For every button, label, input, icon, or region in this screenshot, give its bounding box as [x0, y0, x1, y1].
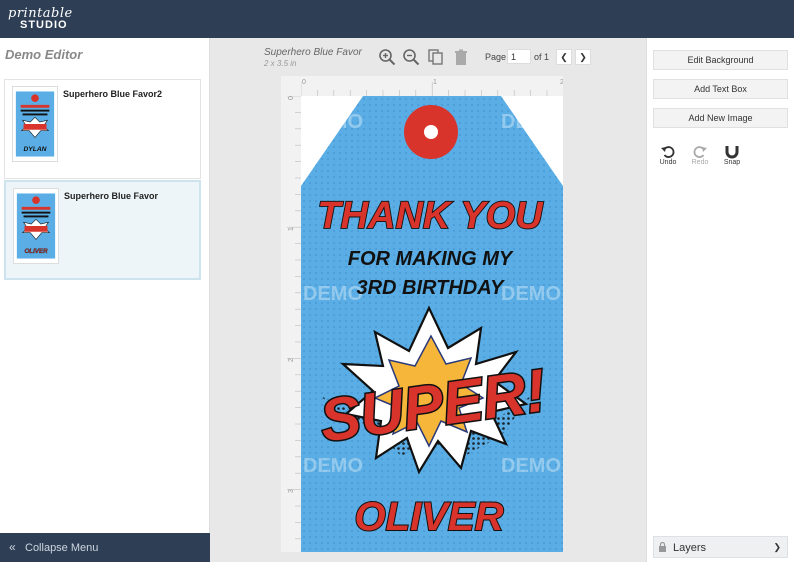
document-size: 2 x 3.5 in — [264, 59, 297, 68]
watermark-text: DEMO — [501, 111, 561, 133]
favor-tag-canvas[interactable]: DEMO DEMO DEMO DEMO DEMO DEMO THANK YOU … — [301, 96, 563, 552]
add-text-box-button[interactable]: Add Text Box — [653, 79, 788, 99]
watermark-text: DEMO — [303, 455, 363, 477]
thumb-name-text: OLIVER — [24, 248, 48, 255]
app-logo[interactable]: printable STUDIO — [8, 6, 78, 34]
tag-subline-2: 3RD BIRTHDAY — [356, 277, 505, 299]
ruler-label: 1 — [288, 227, 295, 231]
design-name: Superhero Blue Favor2 — [63, 89, 163, 99]
page-count: of 1 — [534, 52, 550, 62]
next-page-button[interactable]: ❯ — [575, 49, 591, 65]
undo-icon — [661, 146, 675, 158]
watermark-text: DEMO — [501, 455, 561, 477]
ruler-vertical: 0 1 2 3 — [287, 96, 301, 540]
design-thumbnail: DYLAN — [12, 86, 58, 162]
design-name: Superhero Blue Favor — [64, 191, 159, 201]
trash-icon[interactable] — [452, 48, 470, 66]
tag-subline-1: FOR MAKING MY — [348, 248, 514, 270]
layers-dropdown[interactable]: Layers ❯ — [653, 536, 788, 558]
redo-button[interactable]: Redo — [687, 145, 713, 166]
ruler-label: 2 — [560, 79, 563, 86]
watermark-text: DEMO — [303, 111, 363, 133]
chevron-left-icon: ❮ — [560, 52, 568, 62]
prev-page-button[interactable]: ❮ — [556, 49, 572, 65]
canvas-area: Superhero Blue Favor 2 x 3.5 in Page of … — [211, 38, 646, 562]
edit-background-button[interactable]: Edit Background — [653, 50, 788, 70]
properties-panel: Edit Background Add Text Box Add New Ima… — [646, 38, 794, 562]
lock-icon — [659, 542, 666, 552]
design-card-favor2[interactable]: DYLAN Superhero Blue Favor2 — [4, 79, 201, 179]
snap-button[interactable]: Snap — [719, 145, 745, 166]
watermark-text: DEMO — [501, 283, 561, 305]
thumbnail-image: OLIVER — [16, 193, 56, 259]
collapse-menu-label: Collapse Menu — [25, 542, 99, 554]
design-thumbnail: OLIVER — [13, 188, 59, 264]
ruler-label: 1 — [433, 79, 437, 86]
ruler-label: 0 — [288, 96, 295, 100]
magnet-icon — [725, 146, 739, 159]
chevron-right-icon: ❯ — [579, 52, 587, 62]
collapse-menu-button[interactable]: « Collapse Menu — [0, 533, 210, 562]
document-title: Superhero Blue Favor — [264, 47, 362, 58]
tag-name: OLIVER — [355, 495, 504, 539]
top-bar: printable STUDIO — [0, 0, 794, 38]
add-new-image-button[interactable]: Add New Image — [653, 108, 788, 128]
favor-tag-artwork: DEMO DEMO DEMO DEMO DEMO DEMO THANK YOU … — [301, 96, 563, 552]
copy-icon[interactable] — [427, 48, 445, 66]
tag-headline: THANK YOU — [317, 195, 544, 237]
page-label: Page — [485, 52, 507, 62]
ruler-label: 3 — [288, 489, 295, 493]
undo-button[interactable]: Undo — [655, 145, 681, 166]
undo-label: Undo — [659, 159, 677, 166]
ruler-label: 0 — [302, 79, 306, 86]
layers-label: Layers — [673, 542, 707, 554]
editor-title: Demo Editor — [5, 47, 83, 62]
design-card-favor[interactable]: OLIVER Superhero Blue Favor — [4, 180, 201, 280]
logo-text-bottom: STUDIO — [20, 19, 68, 31]
designs-panel: Demo Editor DYLAN Superhero Blue Favor2 — [0, 38, 210, 533]
zoom-out-icon[interactable] — [402, 48, 420, 66]
ruler-label: 2 — [288, 358, 295, 362]
thumb-name-text: DYLAN — [23, 146, 46, 153]
snap-label: Snap — [723, 159, 741, 166]
redo-label: Redo — [691, 159, 709, 166]
chevron-down-icon: ❯ — [773, 542, 781, 552]
page-number-input[interactable] — [507, 49, 531, 64]
thumbnail-image: DYLAN — [15, 91, 55, 157]
ruler-horizontal: 0 1 2 — [301, 79, 563, 96]
zoom-in-icon[interactable] — [378, 48, 396, 66]
watermark-text: DEMO — [303, 283, 363, 305]
double-chevron-left-icon: « — [9, 540, 16, 554]
redo-icon — [693, 146, 707, 158]
